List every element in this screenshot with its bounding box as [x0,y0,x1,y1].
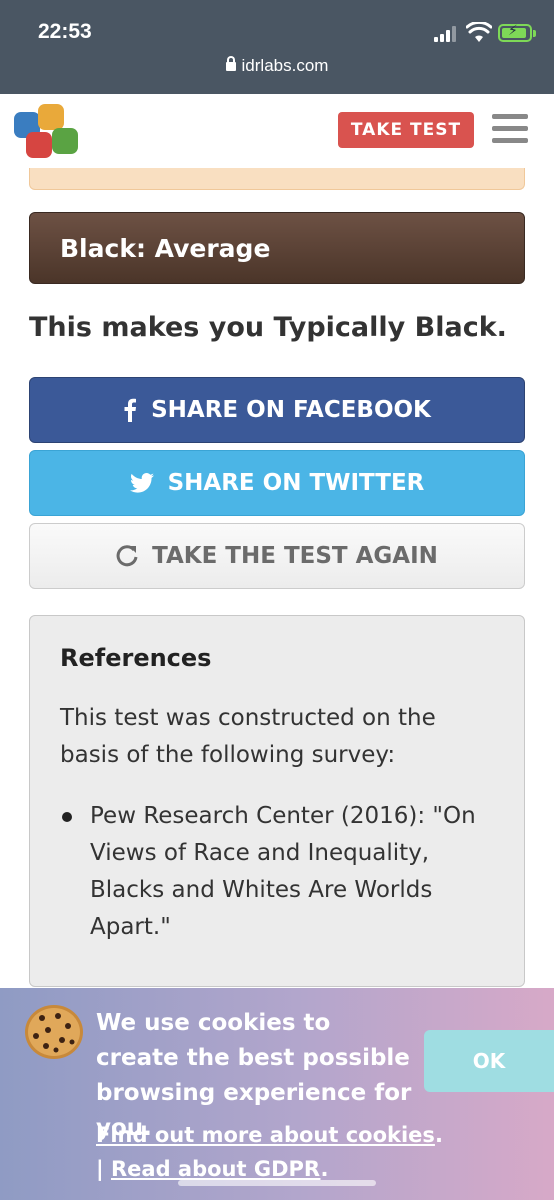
cookies-info-link[interactable]: Find out more about cookies [96,1123,435,1147]
share-facebook-label: SHARE ON FACEBOOK [151,397,431,423]
link-separator: | [96,1157,104,1181]
menu-icon[interactable] [492,114,528,144]
refresh-icon [116,545,138,567]
gdpr-link[interactable]: Read about GDPR [111,1157,320,1181]
references-intro: This test was constructed on the basis o… [60,705,436,768]
share-twitter-label: SHARE ON TWITTER [167,470,425,496]
cookie-links: Find out more about cookies. | Read abou… [96,1123,443,1181]
home-indicator[interactable] [178,1180,376,1186]
signal-icon [434,26,460,42]
result-bar: Black: Average [29,212,525,284]
share-facebook-button[interactable]: SHARE ON FACEBOOK [29,377,525,443]
twitter-icon [129,473,154,493]
lock-icon [225,56,236,71]
references-panel: References This test was constructed on … [29,615,525,987]
references-list: Pew Research Center (2016): "On Views of… [60,798,494,946]
wifi-icon [466,22,492,42]
result-summary: This makes you Typically Black. [29,312,507,343]
share-twitter-button[interactable]: SHARE ON TWITTER [29,450,525,516]
status-bar: 22:53 ⚡ idrlabs.com [0,0,554,94]
take-test-again-button[interactable]: TAKE THE TEST AGAIN [29,523,525,589]
list-item: Pew Research Center (2016): "On Views of… [60,798,494,946]
battery-icon: ⚡ [498,23,536,42]
site-header: TAKE TEST [0,94,554,168]
facebook-icon [123,398,137,422]
take-test-again-label: TAKE THE TEST AGAIN [152,543,438,569]
site-logo[interactable] [12,102,82,158]
cookie-icon [25,1005,83,1059]
take-test-button[interactable]: TAKE TEST [338,112,474,148]
cookie-banner: We use cookies to create the best possib… [0,988,554,1200]
url-text: idrlabs.com [241,56,329,75]
url-bar[interactable]: idrlabs.com [0,56,554,76]
status-time: 22:53 [38,20,92,43]
references-title: References [60,644,212,672]
cookie-ok-button[interactable]: OK [424,1030,554,1092]
